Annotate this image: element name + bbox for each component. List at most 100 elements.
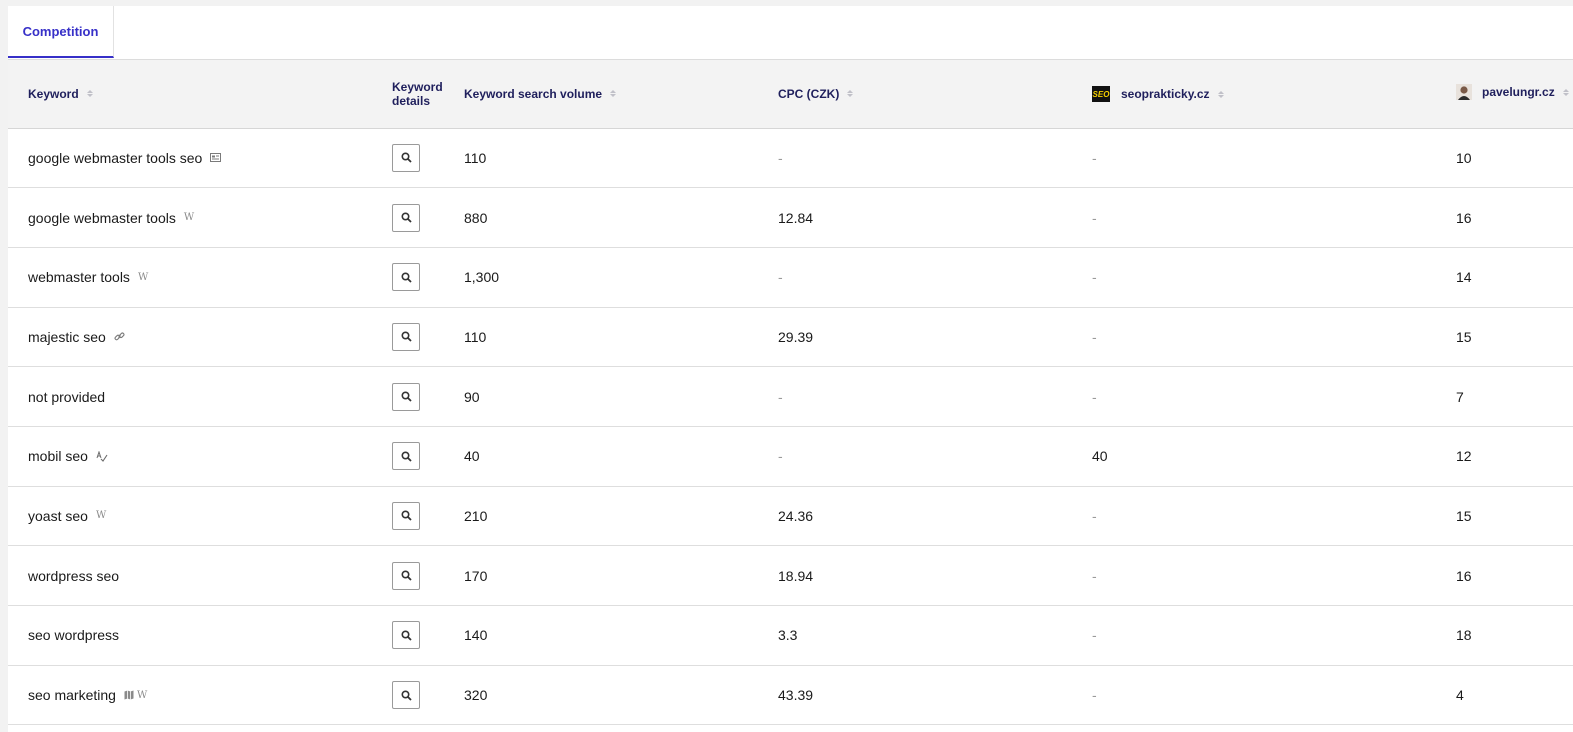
tab-bar: Competition [8,6,1573,60]
keyword-details-button[interactable] [392,143,420,172]
keyword-details-button[interactable] [392,203,420,232]
tab-competition[interactable]: Competition [8,6,114,58]
search-volume-cell: 880 [464,209,488,226]
column-header-search-volume[interactable]: Keyword search volume [444,60,758,128]
cpc-cell: 24.36 [778,507,814,524]
sort-icon[interactable] [86,90,93,98]
seoprakticky-position-cell: - [1092,567,1097,584]
keyword-cell: google webmaster tools seo [8,128,372,188]
keyword-text: google webmaster tools [28,209,176,226]
search-volume-cell: 40 [464,448,480,465]
search-volume-cell: 320 [464,687,488,704]
keyword-text: webmaster tools [28,269,130,286]
keyword-details-button[interactable] [392,621,420,650]
keyword-details-cell [372,188,444,248]
table-row: google webmaster tools W 880 12.84 - 16 [8,188,1573,248]
seoprakticky-position-cell: - [1092,627,1097,644]
seoprakticky-logo: SEO [1092,86,1110,102]
search-icon [400,630,412,641]
keyword-cell: majestic seo [8,307,372,367]
wikipedia-icon: W [136,689,148,701]
keyword-cell: google webmaster tools W [8,188,372,248]
column-header-keyword-details: Keyword details [392,79,443,108]
pavelungr-position-cell: 12 [1456,448,1472,465]
cpc-cell: 12.84 [778,209,814,226]
keyword-cell: yoast seo W [8,486,372,546]
cpc-cell: 3.3 [778,627,798,644]
search-volume-cell: 170 [464,567,488,584]
table-row: majestic seo 110 29.39 - 15 [8,307,1573,367]
pavelungr-position-cell: 10 [1456,149,1472,166]
seoprakticky-position-cell: - [1092,388,1097,405]
keyword-details-cell [372,606,444,666]
search-volume-cell: 90 [464,388,480,405]
seoprakticky-position-cell: - [1092,149,1097,166]
keyword-details-button[interactable] [392,501,420,530]
seoprakticky-position-cell: - [1092,209,1097,226]
serp-features: W [124,690,147,701]
feature-snippet-icon [210,153,222,163]
keyword-details-cell [372,307,444,367]
serp-features: W [96,510,106,521]
keyword-cell: wordpress seo [8,546,372,606]
keyword-text: seo wordpress [28,627,120,644]
table-row: wordpress seo 170 18.94 - 16 [8,546,1573,606]
column-header-keyword[interactable]: Keyword [8,60,372,128]
table-row: not provided 90 - - 7 [8,367,1573,427]
search-volume-cell: 110 [464,149,487,166]
seoprakticky-position-cell: - [1092,507,1097,524]
pavelungr-position-cell: 4 [1456,687,1464,704]
pavelungr-position-cell: 18 [1456,627,1472,644]
search-volume-cell: 1,300 [464,269,500,286]
table-row: seo wordpress 140 3.3 - 18 [8,606,1573,666]
pavelungr-position-cell: 15 [1456,507,1472,524]
search-icon [400,690,412,701]
pavelungr-position-cell: 15 [1456,328,1472,345]
pavelungr-position-cell: 14 [1456,269,1472,286]
sort-icon[interactable] [847,90,854,98]
avatar [1456,84,1472,101]
column-header-cpc[interactable]: CPC (CZK) [758,60,1072,128]
keyword-details-cell [372,426,444,486]
keyword-cell: not provided [8,367,372,427]
seoprakticky-position-cell: - [1092,328,1097,345]
keyword-details-button[interactable] [392,442,420,471]
sort-icon[interactable] [1562,88,1569,96]
table-row: mobil seo 40 - 40 12 [8,426,1573,487]
cpc-cell: - [778,149,783,166]
keyword-details-button[interactable] [392,382,420,411]
seoprakticky-position-cell: - [1092,687,1097,704]
seoprakticky-position-cell: 40 [1092,448,1108,465]
keyword-text: google webmaster tools seo [28,149,203,166]
search-icon [400,331,412,343]
cpc-cell: - [778,269,783,286]
serp-features [96,450,108,462]
keyword-details-button[interactable] [392,322,420,351]
keyword-cell: webmaster tools W [8,247,372,307]
keyword-text: not provided [28,388,106,405]
pavelungr-position-cell: 7 [1456,388,1464,405]
sort-icon[interactable] [1217,90,1224,98]
column-header-pavelungr[interactable]: pavelungr.cz [1436,60,1573,128]
cpc-cell: - [778,448,783,465]
pavelungr-position-cell: 16 [1456,209,1472,226]
keyword-details-cell [372,546,444,606]
column-header-seoprakticky[interactable]: SEO seoprakticky.cz [1072,60,1436,128]
serp-features: W [184,212,194,223]
wikipedia-icon: W [95,510,107,522]
competition-table: Keyword Keyword details Keyword search v… [8,60,1573,725]
serp-features [114,331,125,342]
wikipedia-icon: W [137,271,149,283]
cpc-cell: 43.39 [778,687,814,704]
keyword-details-button[interactable] [392,561,420,590]
serp-features [210,153,222,163]
keyword-details-button[interactable] [392,681,420,710]
keyword-details-button[interactable] [392,263,420,292]
keyword-details-cell [372,247,444,307]
sort-icon[interactable] [610,90,617,98]
keyword-text: wordpress seo [28,567,120,584]
map-icon [124,690,134,701]
keyword-details-cell [372,128,444,188]
table-header-row: Keyword Keyword details Keyword search v… [8,60,1573,128]
search-icon [400,152,412,163]
